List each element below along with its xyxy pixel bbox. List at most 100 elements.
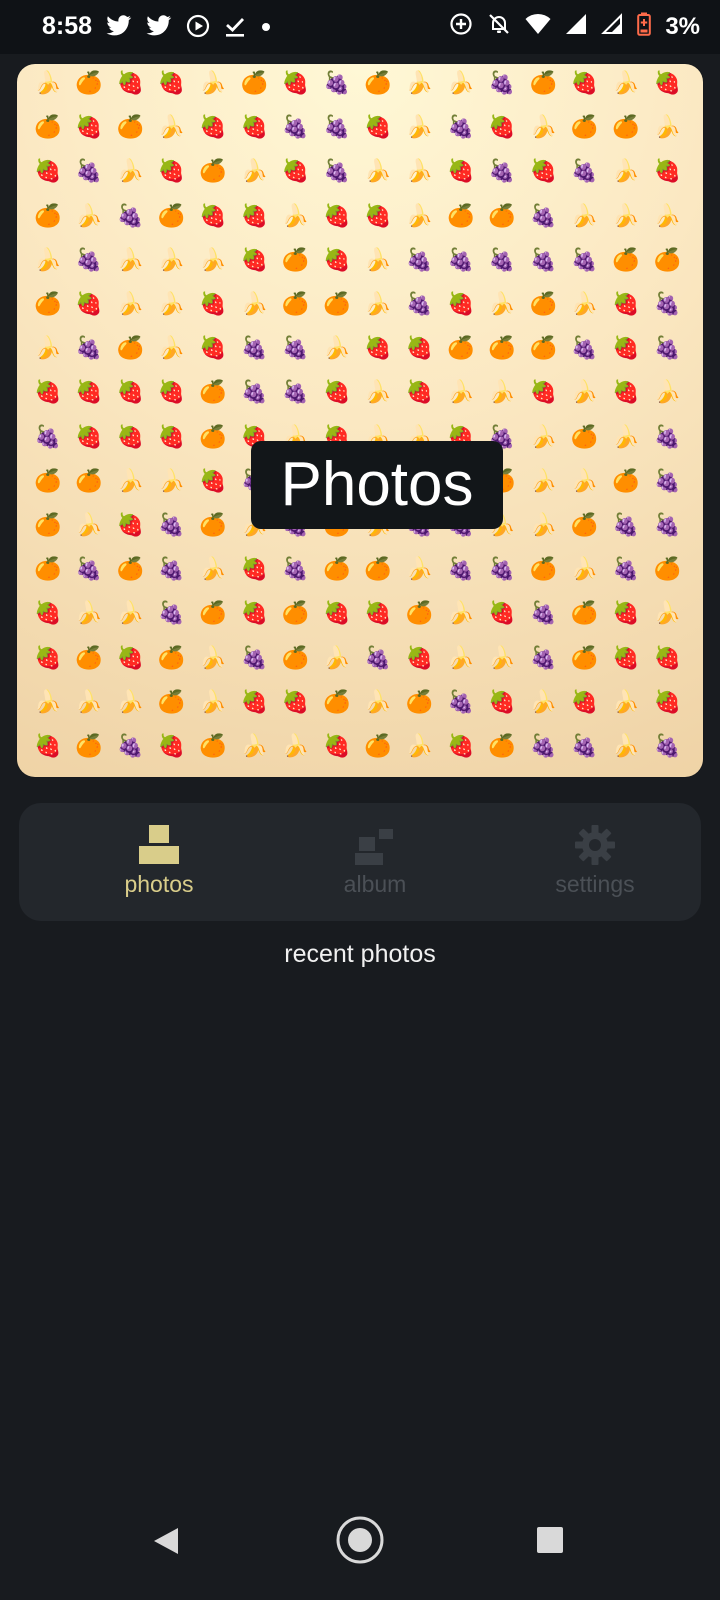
fruit-pattern-item: 🍇 [116,202,144,228]
fruit-pattern-item: 🍌 [488,291,516,316]
fruit-pattern-item: 🍇 [75,158,103,184]
fruit-pattern-item: 🍌 [157,114,186,140]
fruit-pattern-item: 🍇 [653,467,681,493]
fruit-pattern-item: 🍓 [612,600,640,626]
fruit-pattern-item: 🍊 [488,733,516,758]
fruit-pattern-item: 🍇 [488,246,516,272]
fruit-pattern-item: 🍊 [364,70,392,95]
fruit-pattern-item: 🍌 [570,556,599,582]
fruit-pattern-item: 🍓 [323,202,351,228]
fruit-pattern-item: 🍌 [364,158,392,184]
fruit-pattern-item: 🍓 [323,600,351,626]
fruit-pattern-item: 🍇 [529,733,557,758]
back-icon[interactable] [150,1512,184,1563]
fruit-pattern-item: 🍓 [529,379,557,405]
tab-album[interactable]: album [285,803,465,921]
fruit-pattern-item: 🍌 [75,512,103,537]
fruit-pattern-item: 🍊 [34,556,62,582]
fruit-pattern-item: 🍌 [34,688,62,714]
fruit-pattern-item: 🍇 [157,600,186,626]
fruit-pattern-item: 🍌 [199,644,227,670]
fruit-pattern-item: 🍊 [116,556,144,582]
fruit-pattern-item: 🍇 [364,644,392,670]
tab-settings[interactable]: settings [505,803,685,921]
tab-bar: photos album settings [19,803,701,921]
fruit-pattern-item: 🍊 [75,733,103,758]
fruit-pattern-item: 🍊 [323,688,351,714]
fruit-pattern-item: 🍓 [199,202,227,228]
download-done-icon [224,14,246,43]
fruit-pattern-item: 🍌 [405,733,434,758]
fruit-pattern-item: 🍌 [529,467,557,493]
fruit-pattern-item: 🍌 [405,202,434,228]
fruit-pattern-item: 🍌 [116,291,144,316]
fruit-pattern-item: 🍇 [653,733,681,758]
fruit-pattern-item: 🍇 [157,512,186,537]
fruit-pattern-item: 🍊 [281,600,310,626]
fruit-pattern-item: 🍇 [75,246,103,272]
fruit-pattern-item: 🍊 [199,158,227,184]
fruit-pattern-item: 🍓 [405,644,434,670]
fruit-pattern-item: 🍓 [34,644,62,670]
fruit-pattern-item: 🍊 [570,423,599,449]
fruit-pattern-item: 🍊 [488,202,516,228]
fruit-pattern-item: 🍓 [75,423,103,449]
fruit-pattern-item: 🍊 [447,202,475,228]
battery-low-icon [637,12,652,41]
fruit-pattern-item: 🍇 [529,202,557,228]
fruit-pattern-item: 🍓 [75,114,103,140]
gear-icon [573,823,617,867]
fruit-pattern-item: 🍓 [570,688,599,714]
home-icon[interactable] [334,1512,386,1571]
fruit-pattern-item: 🍓 [157,379,186,405]
fruit-pattern-item: 🍌 [488,379,516,405]
fruit-pattern-item: 🍊 [240,70,268,95]
fruit-pattern-item: 🍌 [240,158,268,184]
fruit-pattern-item: 🍌 [281,202,310,228]
fruit-pattern-item: 🍇 [612,556,640,582]
fruit-pattern-item: 🍓 [612,644,640,670]
fruit-pattern-item: 🍇 [240,335,268,361]
fruit-pattern-item: 🍌 [199,688,227,714]
fruit-pattern-item: 🍓 [653,158,681,184]
fruit-pattern-item: 🍓 [116,379,144,405]
fruit-pattern-item: 🍌 [116,688,144,714]
fruit-pattern-item: 🍇 [323,70,351,95]
fruit-pattern-item: 🍌 [653,600,681,626]
fruit-pattern-item: 🍌 [34,335,62,361]
fruit-pattern-item: 🍇 [240,379,268,405]
tab-photos-label: photos [124,871,194,897]
fruit-pattern-item: 🍌 [612,688,640,714]
fruit-pattern-item: 🍌 [447,644,475,670]
fruit-pattern-item: 🍌 [323,644,351,670]
fruit-pattern-item: 🍊 [570,644,599,670]
fruit-pattern-item: 🍌 [157,467,186,493]
fruit-pattern-item: 🍇 [323,158,351,184]
fruit-pattern-item: 🍌 [240,291,268,316]
fruit-pattern-item: 🍊 [199,423,227,449]
tab-photos[interactable]: photos [69,803,249,921]
fruit-pattern-item: 🍌 [157,291,186,316]
fruit-pattern-item: 🍊 [34,291,62,316]
fruit-pattern-item: 🍌 [240,733,268,758]
fruit-pattern-item: 🍌 [529,688,557,714]
fruit-pattern-item: 🍌 [612,158,640,184]
status-left-icons [106,14,272,43]
fruit-pattern-item: 🍊 [447,335,475,361]
fruit-pattern-item: 🍌 [612,423,640,449]
recents-icon[interactable] [535,1512,565,1560]
fruit-pattern-background: 🍌 🍊 🍓 🍓 🍌 🍊 🍓 🍇 🍊 🍌 🍌 🍇 🍊 🍓 🍌 🍓 🍊 🍓 🍊 🍌 🍓 🍓 🍇 🍇 🍓 🍌 🍇 🍓 🍌 🍊 🍊 🍌 🍓 🍇 🍌 🍓 🍊 🍌 🍓 🍇… [17,64,703,777]
fruit-pattern-item: 🍇 [612,512,640,537]
fruit-pattern-item: 🍇 [653,291,681,316]
fruit-pattern-item: 🍓 [157,70,186,95]
fruit-pattern-item: 🍊 [405,600,434,626]
fruit-pattern-item: 🍓 [75,379,103,405]
fruit-pattern-item: 🍓 [157,423,186,449]
album-icon [353,823,397,867]
fruit-pattern-item: 🍇 [488,70,516,95]
fruit-pattern-item: 🍌 [75,202,103,228]
fruit-pattern-item: 🍇 [157,556,186,582]
fruit-pattern-item: 🍓 [405,379,434,405]
fruit-pattern-item: 🍊 [75,467,103,493]
fruit-pattern-item: 🍇 [570,246,599,272]
